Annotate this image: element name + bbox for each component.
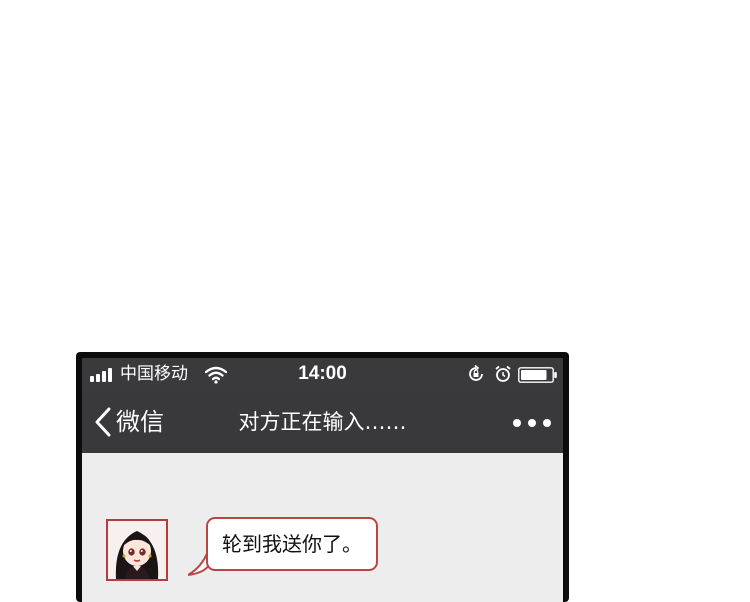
nav-bar: 微信 对方正在输入…… [82,392,563,453]
avatar[interactable] [106,519,168,581]
message-bubble: 轮到我送你了。 [206,517,378,571]
more-button[interactable] [513,410,551,436]
battery-icon [518,367,557,383]
phone-frame: 中国移动 14:00 微信 对方正在输入…… 轮到我送你了。 [76,352,569,602]
chat-area: 轮到我送你了。 [82,453,563,602]
back-button[interactable]: 微信 [94,406,164,438]
dot [513,419,521,427]
dot [528,419,536,427]
back-label: 微信 [116,408,164,436]
status-bar: 中国移动 14:00 [82,358,563,392]
chat-title: 对方正在输入…… [238,410,407,434]
alarm-icon [495,365,511,382]
phone-screen: 中国移动 14:00 微信 对方正在输入…… 轮到我送你了。 [82,358,563,602]
avatar-portrait-icon [108,521,166,579]
dot [543,419,551,427]
rotation-lock-icon [469,365,483,381]
chevron-left-icon [95,407,111,437]
status-time: 14:00 [298,363,347,384]
